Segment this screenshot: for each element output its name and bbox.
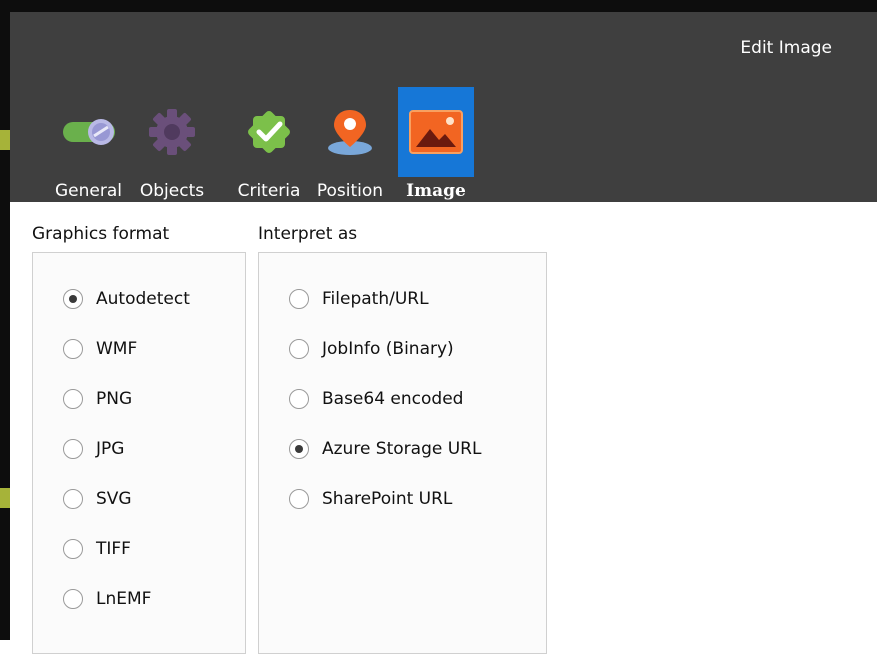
radio-button[interactable] (63, 339, 83, 359)
tab-criteria[interactable]: Criteria (229, 87, 309, 202)
radio-option-tiff[interactable]: TIFF (63, 537, 131, 561)
toggle-switch-icon (40, 87, 137, 177)
radio-label: JPG (96, 439, 125, 459)
side-accent-top (0, 130, 10, 150)
radio-option-base64-encoded[interactable]: Base64 encoded (289, 387, 463, 411)
radio-label: PNG (96, 389, 133, 409)
radio-option-svg[interactable]: SVG (63, 487, 132, 511)
radio-option-sharepoint-url[interactable]: SharePoint URL (289, 487, 452, 511)
radio-label: Autodetect (96, 289, 190, 309)
radio-label: SVG (96, 489, 132, 509)
interpret-as-group: Filepath/URL JobInfo (Binary) Base64 enc… (258, 252, 547, 654)
radio-button[interactable] (63, 389, 83, 409)
tab-objects[interactable]: Objects (132, 87, 212, 202)
radio-option-azure-storage-url[interactable]: Azure Storage URL (289, 437, 481, 461)
radio-button[interactable] (289, 489, 309, 509)
tab-position[interactable]: Position (310, 87, 390, 202)
image-icon (398, 87, 474, 177)
radio-option-autodetect[interactable]: Autodetect (63, 287, 190, 311)
gear-icon (132, 87, 212, 177)
interpret-as-title: Interpret as (258, 224, 358, 244)
tab-image[interactable]: Image (398, 87, 474, 202)
tab-position-label: Position (316, 181, 384, 201)
tab-general[interactable]: General (40, 87, 137, 202)
badge-check-icon (229, 87, 309, 177)
radio-button[interactable] (63, 489, 83, 509)
radio-button[interactable] (289, 339, 309, 359)
radio-label: JobInfo (Binary) (322, 339, 454, 359)
radio-label: Azure Storage URL (322, 439, 482, 459)
graphics-format-title: Graphics format (32, 224, 170, 244)
window-title: Edit Image (740, 38, 832, 58)
window-frame-top (0, 0, 877, 12)
map-pin-icon (310, 87, 390, 177)
radio-option-jpg[interactable]: JPG (63, 437, 124, 461)
radio-label: Filepath/URL (322, 289, 429, 309)
radio-button[interactable] (63, 439, 83, 459)
radio-label: WMF (96, 339, 138, 359)
radio-label: LnEMF (96, 589, 152, 609)
window-frame-left (0, 0, 10, 640)
radio-label: TIFF (96, 539, 131, 559)
radio-label: SharePoint URL (322, 489, 453, 509)
radio-button[interactable] (289, 289, 309, 309)
radio-option-wmf[interactable]: WMF (63, 337, 137, 361)
radio-button-checked[interactable] (289, 439, 309, 459)
tab-general-label: General (55, 181, 122, 201)
tab-criteria-label: Criteria (237, 181, 301, 201)
side-accent-bottom (0, 488, 10, 508)
radio-button[interactable] (63, 589, 83, 609)
radio-label: Base64 encoded (322, 389, 464, 409)
radio-button[interactable] (289, 389, 309, 409)
radio-option-filepath-url[interactable]: Filepath/URL (289, 287, 429, 311)
radio-button-checked[interactable] (63, 289, 83, 309)
header-toolbar: Edit Image General Objects Criteria Posi… (10, 12, 877, 202)
radio-option-jobinfo-binary[interactable]: JobInfo (Binary) (289, 337, 454, 361)
radio-option-png[interactable]: PNG (63, 387, 132, 411)
tab-image-label: Image (406, 181, 466, 201)
radio-option-lnemf[interactable]: LnEMF (63, 587, 151, 611)
radio-button[interactable] (63, 539, 83, 559)
tab-objects-label: Objects (139, 181, 205, 201)
graphics-format-group: Autodetect WMF PNG JPG SVG TIFF LnEMF (32, 252, 246, 654)
